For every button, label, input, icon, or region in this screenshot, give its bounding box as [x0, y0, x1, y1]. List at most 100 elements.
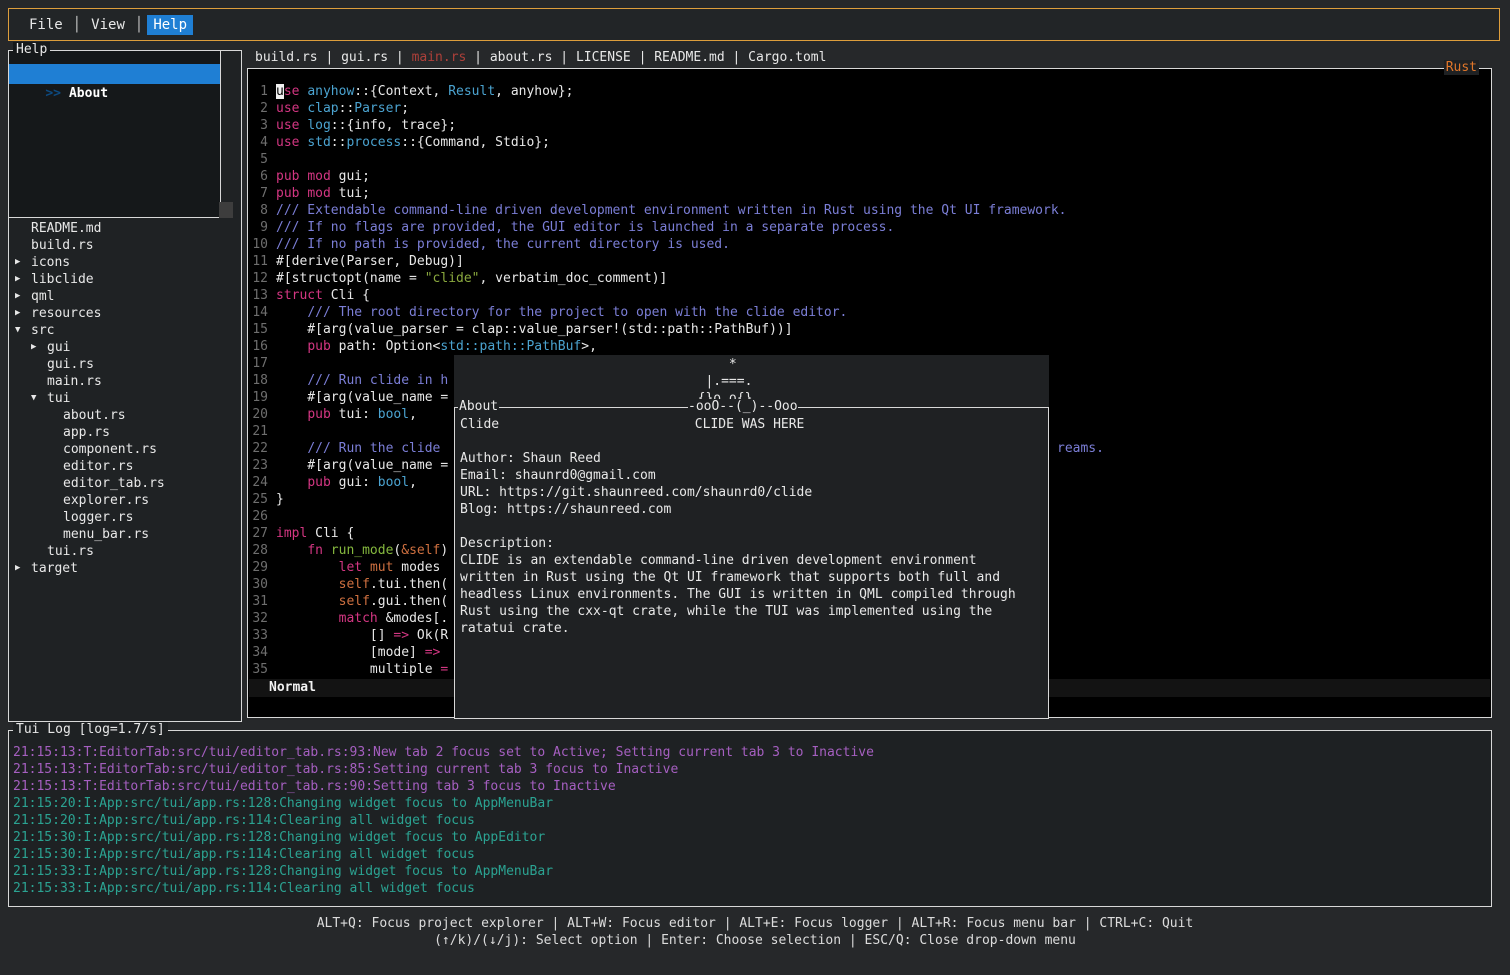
tree-item-component.rs[interactable]: component.rs: [9, 441, 239, 458]
line-number: 25: [248, 491, 268, 508]
tree-item-resources[interactable]: ▶resources: [9, 305, 239, 322]
code-line[interactable]: 6pub mod gui;: [248, 168, 1491, 185]
tab-separator: |: [631, 50, 654, 65]
menu-option-about[interactable]: >>About: [9, 64, 220, 84]
line-number: 35: [248, 661, 268, 678]
log-entry: 21:15:13:T:EditorTab:src/tui/editor_tab.…: [13, 744, 1491, 761]
chevron-right-icon[interactable]: ▶: [15, 560, 31, 577]
tree-item-label: icons: [31, 254, 70, 271]
tree-item-tui[interactable]: ▼tui: [9, 390, 239, 407]
code-text: self.gui.then(: [276, 593, 448, 610]
tree-item-label: main.rs: [47, 373, 102, 390]
code-text: pub gui: bool,: [276, 474, 417, 491]
code-line[interactable]: 15 #[arg(value_parser = clap::value_pars…: [248, 321, 1491, 338]
tab-separator: |: [725, 50, 748, 65]
tree-item-qml[interactable]: ▶qml: [9, 288, 239, 305]
code-line[interactable]: 12#[structopt(name = "clide", verbatim_d…: [248, 270, 1491, 287]
about-text-line: Author: Shaun Reed: [460, 450, 1048, 467]
chevron-down-icon[interactable]: ▼: [15, 322, 31, 339]
line-number: 26: [248, 508, 268, 525]
tab-gui.rs[interactable]: gui.rs: [341, 50, 388, 65]
line-number: 21: [248, 423, 268, 440]
tree-item-build.rs[interactable]: build.rs: [9, 237, 239, 254]
log-entry: 21:15:13:T:EditorTab:src/tui/editor_tab.…: [13, 761, 1491, 778]
tree-item-icons[interactable]: ▶icons: [9, 254, 239, 271]
code-line[interactable]: 7pub mod tui;: [248, 185, 1491, 202]
tree-item-target[interactable]: ▶target: [9, 560, 239, 577]
keyboard-shortcuts-bar: ALT+Q: Focus project explorer | ALT+W: F…: [0, 915, 1510, 949]
code-text: impl Cli {: [276, 525, 354, 542]
code-line[interactable]: 13struct Cli {: [248, 287, 1491, 304]
chevron-right-icon[interactable]: ▶: [15, 305, 31, 322]
code-line[interactable]: 11#[derive(Parser, Debug)]: [248, 253, 1491, 270]
tree-item-label: libclide: [31, 271, 94, 288]
line-number: 13: [248, 287, 268, 304]
about-popup: * |.===. {}o o{} About -ooO--(_)--Ooo Cl…: [454, 355, 1049, 719]
line-number: 28: [248, 542, 268, 559]
tab-build.rs[interactable]: build.rs: [255, 50, 318, 65]
chevron-down-icon[interactable]: ▼: [31, 390, 47, 407]
help-dropdown-menu: Help >>About: [8, 50, 221, 218]
menu-item-view[interactable]: View: [85, 15, 131, 35]
code-line[interactable]: 16 pub path: Option<std::path::PathBuf>,: [248, 338, 1491, 355]
code-text: use clap::Parser;: [276, 100, 409, 117]
line-number: 14: [248, 304, 268, 321]
code-line[interactable]: 5: [248, 151, 1491, 168]
menu-separator: │: [73, 17, 81, 33]
chevron-right-icon[interactable]: ▶: [15, 271, 31, 288]
shortcuts-line: ALT+Q: Focus project explorer | ALT+W: F…: [0, 915, 1510, 932]
tree-item-about.rs[interactable]: about.rs: [9, 407, 239, 424]
code-text: /// Extendable command-line driven devel…: [276, 202, 1067, 219]
tab-main.rs[interactable]: main.rs: [412, 50, 467, 65]
tree-item-src[interactable]: ▼src: [9, 322, 239, 339]
chevron-right-icon[interactable]: ▶: [31, 339, 47, 356]
code-line[interactable]: 8/// Extendable command-line driven deve…: [248, 202, 1491, 219]
tree-item-logger.rs[interactable]: logger.rs: [9, 509, 239, 526]
code-text: }: [276, 491, 284, 508]
tree-item-README.md[interactable]: README.md: [9, 220, 239, 237]
code-line[interactable]: 14 /// The root directory for the projec…: [248, 304, 1491, 321]
code-line[interactable]: 4use std::process::{Command, Stdio};: [248, 134, 1491, 151]
tree-item-label: editor.rs: [63, 458, 133, 475]
code-line[interactable]: 2 use clap::Parser;: [248, 100, 1491, 117]
code-line[interactable]: 3use log::{info, trace};: [248, 117, 1491, 134]
chevron-right-icon[interactable]: ▶: [15, 288, 31, 305]
scrollbar-thumb[interactable]: [219, 202, 233, 218]
chevron-right-icon[interactable]: ▶: [15, 254, 31, 271]
code-text: #[arg(value_name =: [276, 389, 448, 406]
editor-tab-bar: build.rs | gui.rs | main.rs | about.rs |…: [255, 49, 826, 66]
language-badge: Rust: [1444, 60, 1479, 75]
line-number: 20: [248, 406, 268, 423]
editor-mode-label: Normal: [269, 680, 316, 695]
code-line[interactable]: 10/// If no path is provided, the curren…: [248, 236, 1491, 253]
line-number: 9: [248, 219, 268, 236]
tab-Cargo.toml[interactable]: Cargo.toml: [748, 50, 826, 65]
line-number: 19: [248, 389, 268, 406]
code-text: pub path: Option<std::path::PathBuf>,: [276, 338, 597, 355]
menu-item-help[interactable]: Help: [147, 15, 193, 35]
tree-item-app.rs[interactable]: app.rs: [9, 424, 239, 441]
tab-LICENSE[interactable]: LICENSE: [576, 50, 631, 65]
tree-item-tui.rs[interactable]: tui.rs: [9, 543, 239, 560]
tree-item-gui.rs[interactable]: gui.rs: [9, 356, 239, 373]
tree-item-label: app.rs: [63, 424, 110, 441]
tree-item-gui[interactable]: ▶gui: [9, 339, 239, 356]
code-text: /// If no flags are provided, the GUI ed…: [276, 219, 894, 236]
code-line[interactable]: 9 /// If no flags are provided, the GUI e…: [248, 219, 1491, 236]
ascii-art-line: |.===.: [455, 373, 752, 390]
tree-item-editor_tab.rs[interactable]: editor_tab.rs: [9, 475, 239, 492]
line-number: 30: [248, 576, 268, 593]
code-line[interactable]: 1use anyhow::{Context, Result, anyhow};: [248, 83, 1491, 100]
tab-about.rs[interactable]: about.rs: [490, 50, 553, 65]
tree-item-main.rs[interactable]: main.rs: [9, 373, 239, 390]
menu-separator: │: [135, 17, 143, 33]
line-number: 2: [248, 100, 268, 117]
menu-item-file[interactable]: File: [23, 15, 69, 35]
code-text: /// Run the clide: [276, 440, 440, 457]
tree-item-menu_bar.rs[interactable]: menu_bar.rs: [9, 526, 239, 543]
line-number: 5: [248, 151, 268, 168]
tree-item-editor.rs[interactable]: editor.rs: [9, 458, 239, 475]
tree-item-libclide[interactable]: ▶libclide: [9, 271, 239, 288]
tab-README.md[interactable]: README.md: [654, 50, 724, 65]
tree-item-explorer.rs[interactable]: explorer.rs: [9, 492, 239, 509]
